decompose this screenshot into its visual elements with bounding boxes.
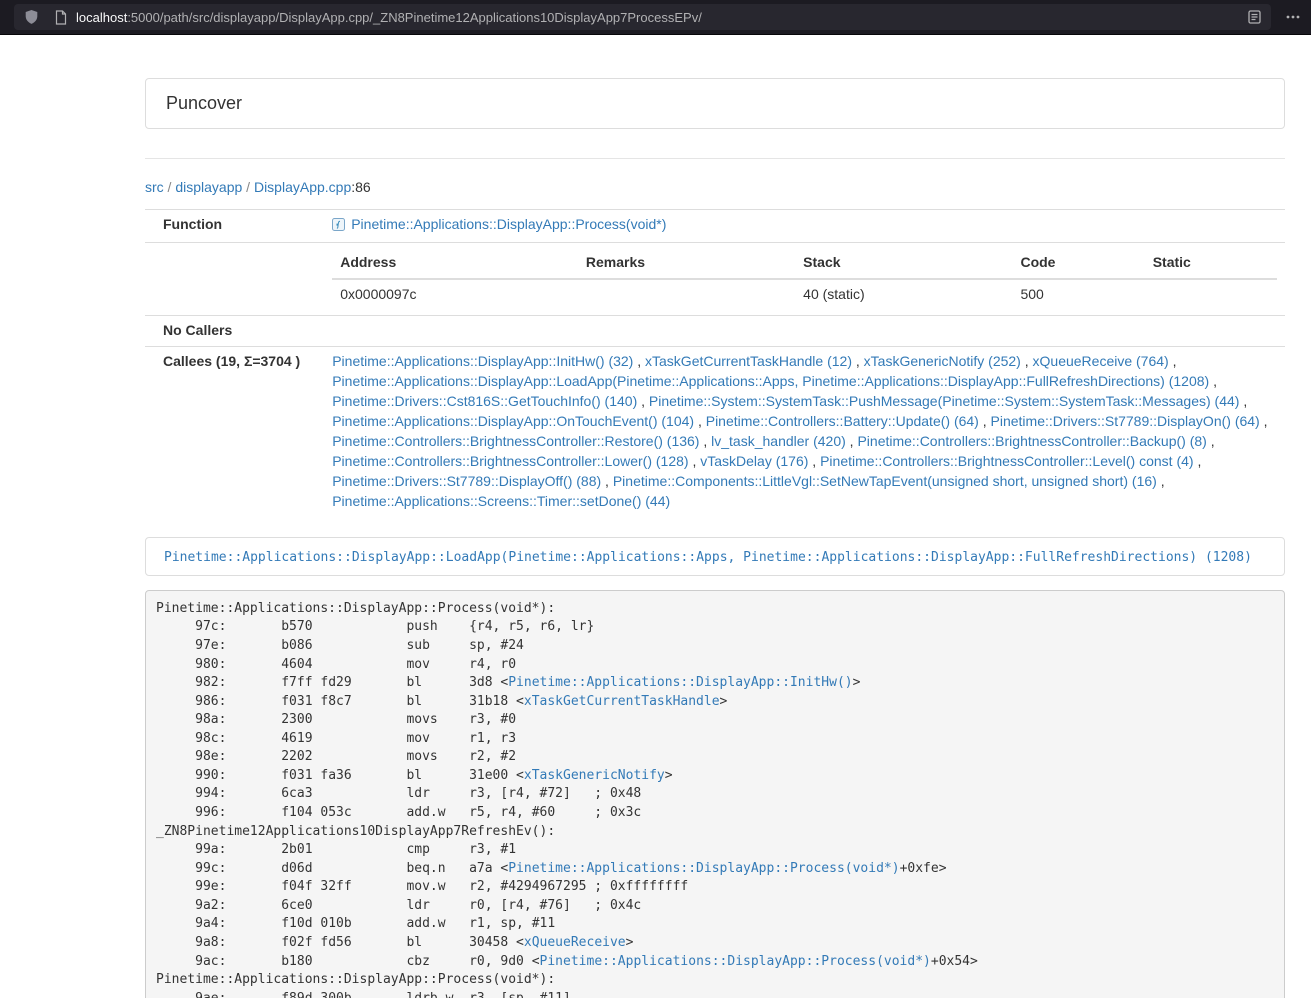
overflow-menu-icon[interactable] [1285,9,1301,25]
callee-separator: , [808,453,820,469]
stats-value-row: 0x0000097c 40 (static) 500 [332,279,1277,310]
breadcrumb-link[interactable]: displayapp [175,179,242,195]
browser-toolbar: localhost:5000/path/src/displayapp/Displ… [0,0,1311,35]
page-info-icon[interactable] [55,10,67,25]
code-value: 500 [1012,279,1144,310]
static-value [1145,279,1277,310]
function-row-label: Function [145,210,324,243]
callee-link[interactable]: Pinetime::System::SystemTask::PushMessag… [649,393,1240,409]
function-icon [332,217,345,237]
callee-separator: , [1169,353,1177,369]
callee-separator: , [601,473,613,489]
callee-link[interactable]: Pinetime::Controllers::BrightnessControl… [332,433,699,449]
disassembly-symbol-link[interactable]: xQueueReceive [524,935,626,950]
function-table: Function Pinetime::Applications::Display… [145,209,1285,517]
callee-link[interactable]: xQueueReceive (764) [1033,353,1169,369]
url-text: localhost:5000/path/src/displayapp/Displ… [76,10,1248,25]
callee-separator: , [979,413,991,429]
breadcrumb-line-number: :86 [351,179,370,195]
callee-link[interactable]: Pinetime::Applications::DisplayApp::Init… [332,353,633,369]
callee-separator: , [694,413,706,429]
callee-separator: , [1209,373,1217,389]
callee-link[interactable]: Pinetime::Applications::DisplayApp::OnTo… [332,413,694,429]
callee-separator: , [852,353,864,369]
disassembly-symbol-link[interactable]: xTaskGetCurrentTaskHandle [524,694,720,709]
stack-value: 40 (static) [795,279,1012,310]
callee-separator: , [633,353,645,369]
column-header-code: Code [1012,248,1144,279]
callee-separator: , [1207,433,1215,449]
disassembly-pre: Pinetime::Applications::DisplayApp::Proc… [145,590,1285,998]
callee-link[interactable]: Pinetime::Drivers::St7789::DisplayOn() (… [991,413,1260,429]
highlighted-callee-box: Pinetime::Applications::DisplayApp::Load… [145,537,1285,576]
column-header-static: Static [1145,248,1277,279]
app-header-panel: Puncover [145,78,1285,129]
callee-link[interactable]: lv_task_handler (420) [711,433,846,449]
breadcrumb-separator: / [164,179,176,195]
url-bar[interactable]: localhost:5000/path/src/displayapp/Displ… [14,4,1271,30]
empty-cell [145,242,324,315]
breadcrumb-link[interactable]: DisplayApp.cpp [254,179,351,195]
no-callers-row: No Callers [145,315,1285,346]
empty-cell [324,315,1285,346]
breadcrumb: src / displayapp / DisplayApp.cpp:86 [145,177,1285,197]
reader-view-icon[interactable] [1248,10,1261,24]
breadcrumb-separator: / [242,179,254,195]
callee-link[interactable]: Pinetime::Controllers::BrightnessControl… [857,433,1206,449]
callee-separator: , [699,433,711,449]
stats-table: Address Remarks Stack Code Static 0x0000… [332,248,1277,310]
function-name-link[interactable]: Pinetime::Applications::DisplayApp::Proc… [351,216,666,232]
column-header-remarks: Remarks [578,248,795,279]
disassembly-symbol-link[interactable]: Pinetime::Applications::DisplayApp::Proc… [540,954,931,969]
callee-link[interactable]: Pinetime::Controllers::Battery::Update()… [706,413,979,429]
highlighted-callee-link[interactable]: Pinetime::Applications::DisplayApp::Load… [164,550,1252,565]
callee-separator: , [689,453,701,469]
callee-separator: , [1021,353,1033,369]
callee-link[interactable]: xTaskGenericNotify (252) [864,353,1021,369]
address-value: 0x0000097c [332,279,578,310]
function-row: Function Pinetime::Applications::Display… [145,210,1285,243]
callee-link[interactable]: xTaskGetCurrentTaskHandle (12) [645,353,852,369]
breadcrumb-link[interactable]: src [145,179,164,195]
url-host: localhost [76,10,127,25]
disassembly-symbol-link[interactable]: Pinetime::Applications::DisplayApp::Proc… [508,861,899,876]
app-title: Puncover [166,93,242,113]
callee-link[interactable]: Pinetime::Drivers::Cst816S::GetTouchInfo… [332,393,637,409]
column-header-address: Address [332,248,578,279]
disassembly-symbol-link[interactable]: xTaskGenericNotify [524,768,665,783]
callees-label: Callees (19, Σ=3704 ) [145,346,324,516]
callee-separator: , [846,433,858,449]
disassembly-symbol-link[interactable]: Pinetime::Applications::DisplayApp::Init… [508,675,852,690]
remarks-value [578,279,795,310]
callee-separator: , [1157,473,1165,489]
stats-cell: Address Remarks Stack Code Static 0x0000… [324,242,1285,315]
url-path: :5000/path/src/displayapp/DisplayApp.cpp… [127,10,702,25]
callee-link[interactable]: Pinetime::Controllers::BrightnessControl… [820,453,1193,469]
callee-link[interactable]: Pinetime::Applications::DisplayApp::Load… [332,373,1209,389]
stats-header-row: Address Remarks Stack Code Static [332,248,1277,279]
callee-separator: , [1194,453,1202,469]
callee-separator: , [1239,393,1247,409]
function-name-cell: Pinetime::Applications::DisplayApp::Proc… [324,210,1285,243]
callee-link[interactable]: vTaskDelay (176) [700,453,808,469]
callee-separator: , [637,393,649,409]
stats-row: Address Remarks Stack Code Static 0x0000… [145,242,1285,315]
callees-row: Callees (19, Σ=3704 ) Pinetime::Applicat… [145,346,1285,516]
shield-icon[interactable] [24,9,39,25]
main-content: Puncover src / displayapp / DisplayApp.c… [145,35,1285,998]
callees-cell: Pinetime::Applications::DisplayApp::Init… [324,346,1285,516]
callee-link[interactable]: Pinetime::Components::LittleVgl::SetNewT… [613,473,1157,489]
column-header-stack: Stack [795,248,1012,279]
no-callers-label: No Callers [145,315,324,346]
divider [145,158,1285,159]
callee-link[interactable]: Pinetime::Controllers::BrightnessControl… [332,453,688,469]
callee-link[interactable]: Pinetime::Drivers::St7789::DisplayOff() … [332,473,601,489]
callee-separator: , [1260,413,1268,429]
callee-link[interactable]: Pinetime::Applications::Screens::Timer::… [332,493,670,509]
